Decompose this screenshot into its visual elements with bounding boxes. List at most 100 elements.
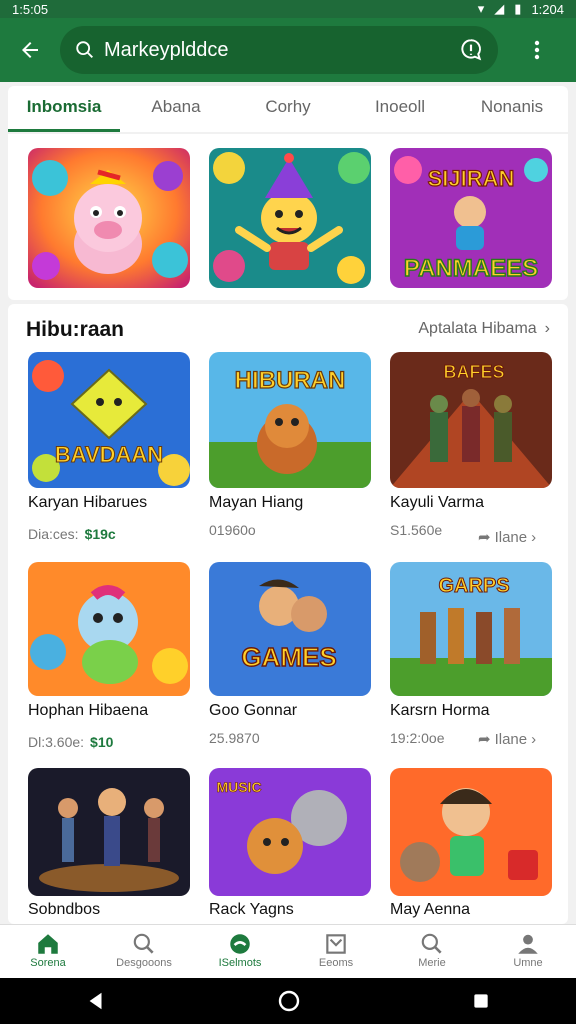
more-button-1[interactable]: ➦ Ilane › (478, 528, 537, 547)
game-art-8: MUSIC (209, 768, 371, 896)
game-thumb-1[interactable]: BAVDAAN (28, 352, 190, 488)
tab-4[interactable]: Nonanis (456, 86, 568, 132)
featured-banner-bottom-text: PANMAEES (404, 255, 538, 282)
party-hat-character-image (209, 148, 371, 288)
status-bar: 1:5:05 ▾ ◢ ▮ 1:204 (0, 0, 576, 18)
game-thumb-7[interactable] (28, 768, 190, 896)
featured-thumb-1[interactable] (28, 148, 190, 288)
game-art-2-text: HIBURAN (235, 367, 346, 394)
tab-0[interactable]: Inbomsia (8, 86, 120, 132)
chevron-right-icon: › (531, 730, 537, 748)
game-art-5-text: GAMES (241, 642, 336, 672)
nav-item-1[interactable]: Desgooons (96, 925, 192, 978)
search-icon (76, 41, 93, 58)
game-price-1: $19c (84, 526, 116, 542)
more-button-2[interactable]: ➦ Ilane › (478, 730, 537, 749)
game-title-2[interactable]: Mayan Hiang (209, 494, 303, 512)
game-title-5[interactable]: Goo Gonnar (209, 702, 297, 720)
bottom-navigation: Sorena Desgooons ISelmots Eeoms Merie Um… (0, 924, 576, 978)
game-thumb-6[interactable]: GARPS (390, 562, 552, 696)
game-thumb-8[interactable]: MUSIC (209, 768, 371, 896)
nav-label-3: Eeoms (318, 957, 354, 969)
nav-item-3[interactable]: Eeoms (288, 925, 384, 978)
game-title-8[interactable]: Rack Yagns (209, 901, 294, 919)
game-sub-4: Dl:3.60e: (28, 734, 85, 750)
category-tabs: Inbomsia Abana Corhy Inoeoll Nonanis (8, 86, 568, 132)
nav-item-4[interactable]: Merie (384, 925, 480, 978)
game-art-2: HIBURAN (209, 352, 371, 488)
game-meta-1: Dia:ces: $19c (28, 526, 116, 542)
more-button-2-label: Ilane (494, 730, 528, 748)
game-art-1: BAVDAAN (28, 352, 190, 488)
game-title-4[interactable]: Hophan Hibaena (28, 702, 148, 720)
more-vert-icon (534, 40, 540, 60)
wifi-icon: ▾ (477, 1, 485, 16)
share-arrow-icon: ➦ (478, 731, 491, 748)
person-icon (518, 934, 538, 954)
tab-1[interactable]: Abana (120, 86, 232, 132)
status-time: 1:5:05 (12, 1, 49, 17)
search-box[interactable] (60, 26, 498, 74)
game-thumb-4[interactable] (28, 562, 190, 696)
game-thumb-2[interactable]: HIBURAN (209, 352, 371, 488)
tab-3[interactable]: Inoeoll (344, 86, 456, 132)
game-art-8-text: MUSIC (216, 779, 261, 795)
nav-label-5: Umne (513, 957, 543, 969)
game-art-1-text: BAVDAAN (55, 442, 163, 467)
section-card: Hibu:raan Aptalata Hibama › BAVDAAN HIBU… (8, 304, 568, 924)
game-meta-4: Dl:3.60e: $10 (28, 734, 113, 750)
status-battery: 1:204 (531, 1, 564, 17)
game-title-6[interactable]: Karsrn Horma (390, 702, 490, 720)
games-icon (230, 934, 250, 954)
game-art-5: GAMES (209, 562, 371, 696)
tab-2[interactable]: Corhy (232, 86, 344, 132)
system-navigation-bar (0, 978, 576, 1024)
game-art-3: BAFES (390, 352, 552, 488)
game-title-9[interactable]: May Aenna (390, 901, 470, 919)
game-thumb-5[interactable]: GAMES (209, 562, 371, 696)
featured-thumb-2[interactable] (209, 148, 371, 288)
game-art-6: GARPS (390, 562, 552, 696)
voice-search-icon[interactable] (458, 37, 484, 63)
game-price-4: $10 (90, 734, 114, 750)
game-title-1[interactable]: Karyan Hibarues (28, 494, 147, 512)
section-title: Hibu:raan (26, 318, 125, 341)
nav-item-2[interactable]: ISelmots (192, 925, 288, 978)
system-back-icon[interactable] (85, 990, 107, 1012)
chevron-right-icon: › (544, 320, 550, 337)
section-link-label: Aptalata Hibama (418, 320, 537, 337)
overflow-menu-button[interactable] (498, 18, 576, 82)
game-title-7[interactable]: Sobndbos (28, 901, 100, 919)
search-icon (421, 933, 442, 954)
battery-icon: ▮ (514, 1, 522, 16)
featured-card: SIJIRAN PANMAEES (8, 134, 568, 300)
game-art-4 (28, 562, 190, 696)
game-sub-3: S1.560e (390, 522, 443, 538)
nav-label-2: ISelmots (218, 957, 262, 969)
game-sub-5: 25.9870 (209, 730, 260, 746)
nav-label-1: Desgooons (116, 957, 172, 969)
nav-item-5[interactable]: Umne (480, 925, 576, 978)
game-thumb-9[interactable] (390, 768, 552, 896)
section-see-all-link[interactable]: Aptalata Hibama › (418, 320, 550, 338)
search-input[interactable] (104, 38, 458, 62)
chevron-right-icon: › (531, 528, 537, 546)
home-icon (38, 934, 58, 954)
game-thumb-3[interactable]: BAFES (390, 352, 552, 488)
system-recents-icon[interactable] (471, 991, 491, 1011)
share-arrow-icon: ➦ (478, 529, 491, 546)
game-art-6-text: GARPS (438, 575, 509, 597)
featured-banner-top-text: SIJIRAN (428, 166, 515, 191)
game-art-7 (28, 768, 190, 896)
game-sub-6: 19:2:0oe (390, 730, 445, 746)
system-home-icon[interactable] (277, 989, 301, 1013)
game-art-9 (390, 768, 552, 896)
game-title-3[interactable]: Kayuli Varma (390, 494, 484, 512)
nav-item-0[interactable]: Sorena (0, 925, 96, 978)
signal-icon: ◢ (494, 1, 505, 16)
featured-thumb-3[interactable]: SIJIRAN PANMAEES (390, 148, 552, 288)
nav-label-4: Merie (418, 957, 446, 969)
game-sub-2: 01960o (209, 522, 256, 538)
back-button[interactable] (0, 18, 60, 82)
app-bar (0, 18, 576, 82)
